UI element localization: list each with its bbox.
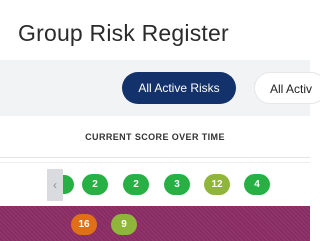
score-badge[interactable]: 12 [204, 174, 230, 195]
page-title: Group Risk Register [18, 20, 229, 46]
score-badge[interactable]: 2 [123, 174, 149, 195]
all-active-risks-tab[interactable]: All Active Risks [122, 72, 236, 104]
score-badge[interactable]: 16 [71, 214, 97, 235]
score-badge[interactable]: 9 [111, 214, 137, 235]
scroll-left-button[interactable]: ‹ [47, 169, 63, 201]
score-badge[interactable]: 2 [82, 174, 108, 195]
score-badge[interactable]: 3 [164, 174, 190, 195]
partial-score-badge [63, 175, 74, 194]
current-score-header: CURRENT SCORE OVER TIME [85, 132, 225, 142]
table-row-highlighted[interactable]: 16 9 [0, 206, 310, 241]
score-badge[interactable]: 4 [244, 174, 270, 195]
section-header: CURRENT SCORE OVER TIME [0, 116, 310, 158]
table-row[interactable]: ‹ 2 2 3 12 4 [0, 162, 310, 202]
chevron-left-icon: ‹ [53, 178, 57, 192]
all-activities-tab[interactable]: All Activ [254, 72, 320, 104]
filter-bar: All Active Risks All Activ [0, 60, 320, 116]
